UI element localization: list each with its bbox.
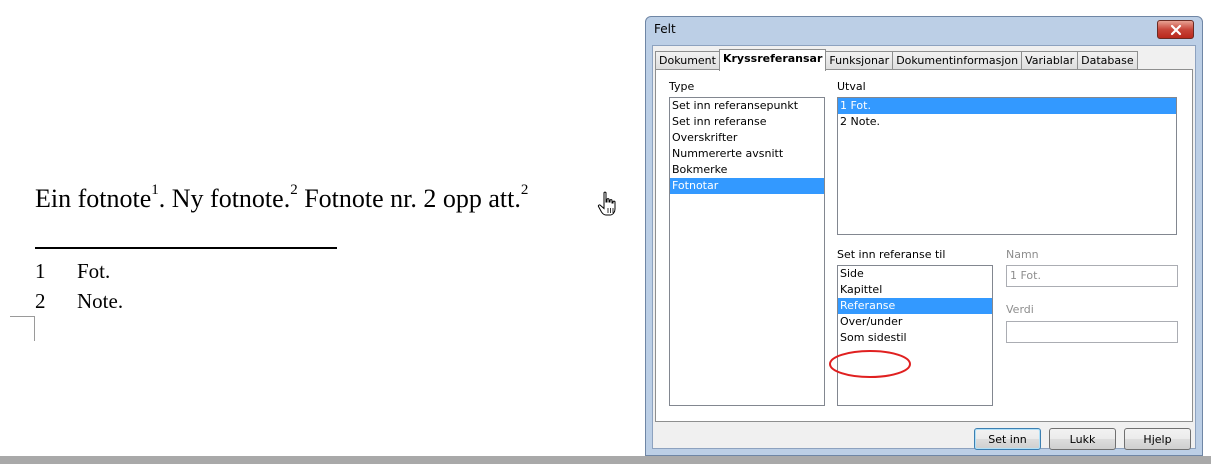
footnote-anchor-1[interactable]: 1 <box>151 182 159 198</box>
footnote-anchor-2[interactable]: 2 <box>290 182 298 198</box>
tab-funksjonar[interactable]: Funksjonar <box>825 51 894 70</box>
utval-label: Utval <box>837 80 866 93</box>
type-item[interactable]: Nummererte avsnitt <box>670 146 824 162</box>
reference-format-item[interactable]: Side <box>838 266 992 282</box>
reference-format-item-selected[interactable]: Referanse <box>838 298 992 314</box>
tab-kryssreferansar[interactable]: Kryssreferansar <box>718 49 827 71</box>
footnote-number: 2 <box>35 289 46 313</box>
footnote-separator <box>35 247 337 249</box>
type-item-selected[interactable]: Fotnotar <box>670 178 824 194</box>
bottom-status-strip <box>0 456 1211 464</box>
footnote-number: 1 <box>35 259 46 283</box>
insert-button[interactable]: Set inn <box>974 428 1041 450</box>
cross-references-panel: Type Set inn referansepunkt Set inn refe… <box>655 69 1193 422</box>
type-item[interactable]: Overskrifter <box>670 130 824 146</box>
type-list[interactable]: Set inn referansepunkt Set inn referanse… <box>669 97 825 406</box>
dialog-titlebar[interactable]: Felt <box>646 17 1202 43</box>
page-corner-mark <box>10 316 35 341</box>
type-item[interactable]: Bokmerke <box>670 162 824 178</box>
insert-reference-label: Set inn referanse til <box>837 248 946 261</box>
type-item[interactable]: Set inn referanse <box>670 114 824 130</box>
tab-database[interactable]: Database <box>1077 51 1138 70</box>
footnote-1: 1 Fot. <box>35 259 110 284</box>
fields-dialog: Felt Dokument Kryssreferansar Funksjonar… <box>645 16 1203 456</box>
close-window-button[interactable] <box>1157 20 1194 39</box>
name-label: Namn <box>1006 248 1039 261</box>
close-icon <box>1170 24 1181 35</box>
document-sentence: Ein fotnote1. Ny fotnote.2 Fotnote nr. 2… <box>35 182 529 214</box>
value-label: Verdi <box>1006 303 1034 316</box>
tab-dokument[interactable]: Dokument <box>655 51 720 70</box>
tab-variablar[interactable]: Variablar <box>1021 51 1079 70</box>
tab-strip: Dokument Kryssreferansar Funksjonar Doku… <box>655 49 1138 71</box>
selection-list[interactable]: 1 Fot. 2 Note. <box>837 97 1177 235</box>
footnote-text: Note. <box>77 289 124 313</box>
footnote-2: 2 Note. <box>35 289 123 314</box>
footnote-text: Fot. <box>77 259 111 283</box>
selection-item[interactable]: 2 Note. <box>838 114 1176 130</box>
selection-item-selected[interactable]: 1 Fot. <box>838 98 1176 114</box>
cross-reference-field[interactable]: 2 <box>521 182 529 198</box>
dialog-client: Dokument Kryssreferansar Funksjonar Doku… <box>652 45 1196 450</box>
type-item[interactable]: Set inn referansepunkt <box>670 98 824 114</box>
reference-format-item[interactable]: Kapittel <box>838 282 992 298</box>
reference-format-item[interactable]: Over/under <box>838 314 992 330</box>
name-field[interactable]: 1 Fot. <box>1006 265 1178 287</box>
tab-dokumentinformasjon[interactable]: Dokumentinformasjon <box>892 51 1023 70</box>
close-button[interactable]: Lukk <box>1049 428 1116 450</box>
sentence-part-1: Ein fotnote <box>35 184 152 213</box>
sentence-part-3: Fotnote nr. 2 opp att. <box>297 184 521 213</box>
hand-pointer-icon <box>597 191 616 216</box>
value-field[interactable] <box>1006 321 1178 343</box>
insert-reference-list[interactable]: Side Kapittel Referanse Over/under Som s… <box>837 265 993 406</box>
sentence-part-2: . Ny fotnote. <box>158 184 291 213</box>
help-button[interactable]: Hjelp <box>1124 428 1191 450</box>
dialog-title: Felt <box>654 22 676 36</box>
reference-format-item[interactable]: Som sidestil <box>838 330 992 346</box>
type-label: Type <box>669 80 695 93</box>
highlight-ellipse <box>829 350 911 378</box>
